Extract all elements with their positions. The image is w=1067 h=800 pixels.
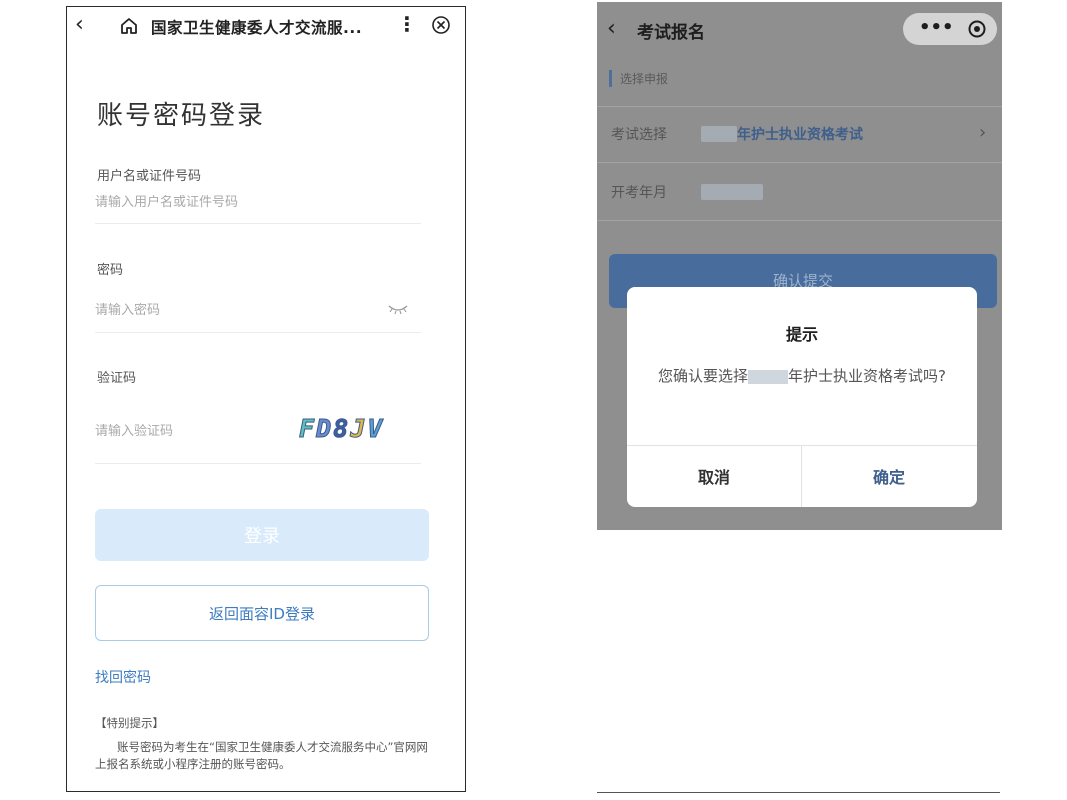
login-button[interactable]: 登录 bbox=[95, 509, 429, 561]
redacted-year bbox=[748, 369, 789, 384]
chevron-left-icon[interactable]: ‹ bbox=[607, 16, 616, 41]
divider bbox=[597, 220, 1002, 221]
login-screen: ‹ 国家卫生健康委人才交流服... ⋮ 账号密码登录 用户名或证件号码 密码 验… bbox=[66, 6, 466, 792]
divider bbox=[597, 792, 1000, 793]
divider bbox=[597, 106, 1002, 107]
more-horizontal-icon[interactable]: ••• bbox=[919, 17, 954, 38]
ok-button[interactable]: 确定 bbox=[802, 445, 976, 507]
top-navbar: ‹ 国家卫生健康委人才交流服... ⋮ bbox=[67, 7, 465, 45]
face-id-login-button[interactable]: 返回面容ID登录 bbox=[95, 585, 429, 641]
eye-closed-icon[interactable] bbox=[387, 303, 409, 315]
captcha-image[interactable]: FD8JV bbox=[298, 414, 411, 450]
confirm-dialog: 提示 您确认要选择 年护士执业资格考试吗? 取消 确定 bbox=[627, 287, 977, 507]
chevron-left-icon[interactable]: ‹ bbox=[75, 13, 84, 37]
captcha-char: 8 bbox=[333, 414, 351, 444]
close-circle-icon[interactable] bbox=[431, 15, 451, 35]
divider bbox=[597, 162, 1002, 163]
username-label: 用户名或证件号码 bbox=[97, 169, 202, 184]
top-navbar: ‹ 考试报名 ••• bbox=[597, 2, 1002, 56]
dialog-title: 提示 bbox=[785, 325, 818, 344]
exam-date-label: 开考年月 bbox=[611, 185, 667, 201]
password-label: 密码 bbox=[97, 263, 124, 278]
username-input[interactable] bbox=[95, 195, 421, 210]
divider bbox=[95, 223, 421, 224]
captcha-input[interactable] bbox=[95, 424, 285, 439]
forgot-password-link[interactable]: 找回密码 bbox=[95, 667, 151, 687]
dialog-message-suffix: 年护士执业资格考试吗? bbox=[788, 367, 946, 385]
dialog-message-prefix: 您确认要选择 bbox=[658, 367, 749, 385]
more-vertical-icon[interactable]: ⋮ bbox=[397, 12, 417, 36]
divider bbox=[95, 463, 421, 464]
page-title: 国家卫生健康委人才交流服... bbox=[151, 19, 363, 37]
password-input[interactable] bbox=[95, 303, 375, 318]
page-title: 考试报名 bbox=[637, 23, 705, 43]
notice-body: 账号密码为考生在“国家卫生健康委人才交流服务中心”官网网上报名系统或小程序注册的… bbox=[95, 740, 428, 771]
captcha-char: J bbox=[350, 414, 368, 444]
captcha-label: 验证码 bbox=[97, 371, 137, 386]
home-icon[interactable] bbox=[119, 16, 139, 36]
captcha-char: D bbox=[316, 414, 334, 444]
redacted-year bbox=[701, 126, 737, 142]
target-icon[interactable] bbox=[967, 19, 987, 39]
section-title: 选择申报 bbox=[609, 70, 668, 87]
exam-select-value[interactable]: 年护士执业资格考试 bbox=[737, 124, 863, 144]
miniprogram-capsule: ••• bbox=[903, 13, 997, 45]
captcha-char: F bbox=[298, 414, 317, 444]
chevron-right-icon[interactable]: › bbox=[979, 122, 986, 143]
divider bbox=[95, 332, 421, 333]
login-heading: 账号密码登录 bbox=[97, 101, 266, 131]
notice-title: 【特别提示】 bbox=[95, 716, 164, 730]
captcha-char: V bbox=[367, 414, 385, 444]
exam-registration-screen: ‹ 考试报名 ••• 选择申报 考试选择 年护士执业资格考试 › 开考年月 确认… bbox=[597, 2, 1002, 530]
cancel-button[interactable]: 取消 bbox=[627, 445, 801, 507]
redacted-date bbox=[701, 184, 763, 200]
dialog-message: 您确认要选择 年护士执业资格考试吗? bbox=[657, 365, 947, 388]
exam-select-label: 考试选择 bbox=[611, 127, 667, 143]
